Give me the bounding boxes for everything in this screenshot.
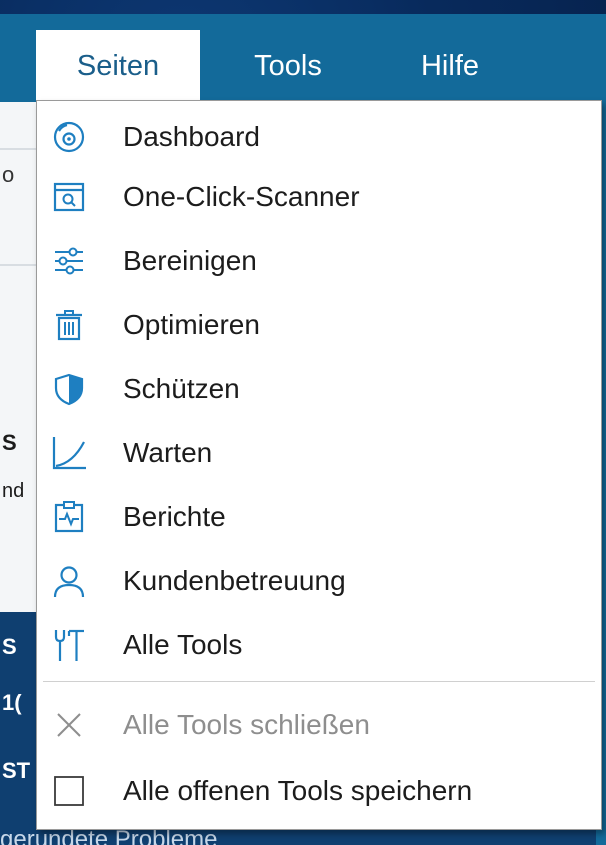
menu-item-berichte[interactable]: Berichte [37, 487, 601, 547]
close-icon [51, 707, 87, 743]
bg-fragment: o [2, 162, 15, 187]
tab-seiten[interactable]: Seiten [36, 30, 200, 102]
menu-item-optimieren[interactable]: Optimieren [37, 295, 601, 355]
sliders-icon [51, 243, 87, 279]
bg-fragment: S [2, 430, 17, 455]
menu-item-warten[interactable]: Warten [37, 423, 601, 483]
menu-item-label: Berichte [123, 501, 226, 532]
menu-separator [43, 681, 595, 682]
menu-item-close-all-tools[interactable]: Alle Tools schließen [37, 695, 601, 755]
menu-item-save-all-tools[interactable]: Alle offenen Tools speichern [37, 761, 601, 821]
menu-item-label: Alle offenen Tools speichern [123, 775, 473, 806]
menu-item-label: Schützen [123, 373, 240, 404]
chart-icon [51, 435, 87, 471]
bg-fragment: nd [2, 480, 25, 502]
tab-tools[interactable]: Tools [218, 30, 358, 102]
menu-item-alle-tools[interactable]: Alle Tools [37, 615, 601, 675]
seiten-dropdown-menu: Dashboard One-Click-Scanner Bereinigen O… [36, 100, 602, 830]
menu-item-label: Warten [123, 437, 213, 468]
menu-item-label: Dashboard [123, 121, 260, 152]
bg-fragment: ST [2, 758, 31, 783]
bg-fragment: 1( [2, 690, 22, 715]
menu-item-label: Kundenbetreuung [123, 565, 346, 596]
menu-item-bereinigen[interactable]: Bereinigen [37, 231, 601, 291]
menu-item-dashboard[interactable]: Dashboard [37, 107, 601, 167]
menu-item-label: Optimieren [123, 309, 260, 340]
dashboard-icon [51, 119, 87, 155]
menu-item-one-click-scanner[interactable]: One-Click-Scanner [37, 167, 601, 227]
scanner-icon [51, 179, 87, 215]
menu-item-label: Bereinigen [123, 245, 257, 276]
bg-fragment: S [2, 634, 17, 659]
menu-item-label: Alle Tools [123, 629, 243, 660]
menu-item-kundenbetreuung[interactable]: Kundenbetreuung [37, 551, 601, 611]
user-icon [51, 563, 87, 599]
tab-hilfe[interactable]: Hilfe [380, 30, 520, 102]
shield-icon [51, 371, 87, 407]
menu-item-label: One-Click-Scanner [123, 181, 360, 212]
menu-item-schuetzen[interactable]: Schützen [37, 359, 601, 419]
report-icon [51, 499, 87, 535]
tools-icon [51, 627, 87, 663]
trash-icon [51, 307, 87, 343]
checkbox[interactable] [51, 773, 87, 809]
menu-item-label: Alle Tools schließen [123, 709, 370, 740]
